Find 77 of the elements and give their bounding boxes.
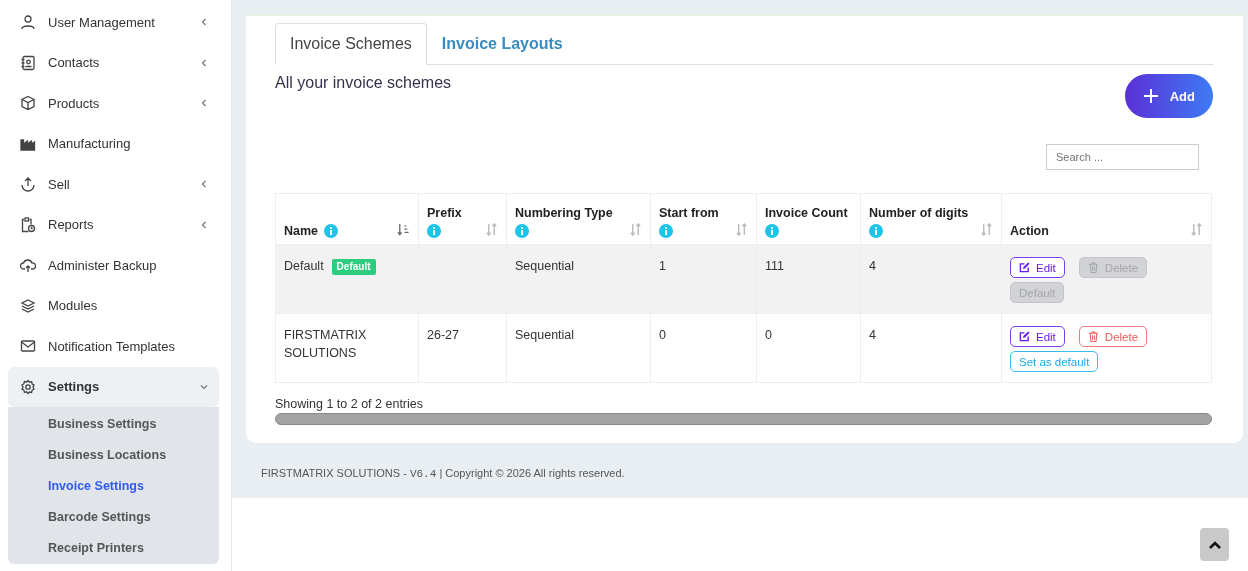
clipboard-icon	[20, 216, 36, 233]
column-header[interactable]: Invoice Count	[756, 193, 861, 245]
edit-button[interactable]: Edit	[1010, 326, 1065, 347]
submenu-item[interactable]: Barcode Settings	[48, 502, 219, 533]
sidebar-item[interactable]: Notification Templates	[8, 326, 219, 367]
sidebar-item[interactable]: User Management	[8, 2, 219, 43]
table-cell: 111	[765, 259, 784, 273]
sort-icon	[735, 223, 748, 236]
trash-icon	[1087, 331, 1099, 342]
table-cell: FIRSTMATRIX SOLUTIONS	[284, 328, 367, 360]
submenu-item[interactable]: Invoice Settings	[48, 471, 219, 502]
table-cell: 4	[869, 328, 876, 342]
sort-icon	[1190, 223, 1203, 236]
cloud-icon	[20, 257, 36, 274]
column-header[interactable]: Number of digits	[860, 193, 1002, 245]
chevron-left-icon	[199, 17, 209, 28]
chevron-left-icon	[199, 179, 209, 190]
column-header[interactable]: Start from	[650, 193, 757, 245]
add-button[interactable]: Add	[1124, 74, 1213, 118]
layers-icon	[20, 297, 36, 314]
submenu-item[interactable]: Business Settings	[48, 409, 219, 440]
table-cell: 0	[659, 328, 666, 342]
table-cell: Sequential	[515, 259, 575, 273]
submenu-item[interactable]: Receipt Printers	[48, 533, 219, 564]
chevron-left-icon	[199, 57, 209, 68]
box-icon	[20, 95, 36, 112]
sort-icon	[980, 223, 993, 236]
trash-icon	[1087, 262, 1099, 273]
caret-up-icon	[1207, 539, 1222, 550]
default-badge: Default	[331, 259, 376, 275]
table-cell: 1	[659, 259, 666, 273]
info-icon	[869, 224, 883, 238]
info-icon	[765, 224, 779, 238]
table-cell: Sequential	[515, 328, 575, 342]
table-cell: 0	[765, 328, 772, 342]
column-header[interactable]: Numbering Type	[506, 193, 651, 245]
sidebar-item[interactable]: Settings	[8, 366, 219, 407]
upload-icon	[20, 176, 36, 193]
edit-button[interactable]: Edit	[1010, 257, 1065, 278]
info-icon	[427, 224, 441, 238]
sidebar-item[interactable]: Sell	[8, 164, 219, 205]
submenu-item[interactable]: Business Locations	[48, 440, 219, 471]
sidebar-item[interactable]: Products	[8, 83, 219, 124]
edit-icon	[1019, 331, 1030, 342]
column-header[interactable]: Name	[275, 193, 419, 245]
section-heading: All your invoice schemes	[275, 74, 452, 92]
tab[interactable]: Invoice Layouts	[426, 23, 578, 65]
column-header[interactable]: Prefix	[418, 193, 507, 245]
sidebar-item[interactable]: Manufacturing	[8, 123, 219, 164]
chevron-left-icon	[199, 219, 209, 230]
user-icon	[20, 14, 36, 31]
column-header[interactable]: Action	[1001, 193, 1212, 245]
plus-icon	[1142, 88, 1159, 104]
entries-info: Showing 1 to 2 of 2 entries	[275, 397, 424, 411]
footer-text: FIRSTMATRIX SOLUTIONS - V6.4 | Copyright © 2026 All rights reserved.	[261, 467, 626, 480]
scroll-to-top-button[interactable]	[1200, 528, 1229, 561]
horizontal-scrollbar[interactable]	[275, 413, 1212, 425]
sidebar-item[interactable]: Reports	[8, 204, 219, 245]
info-icon	[659, 224, 673, 238]
chevron-left-icon	[199, 98, 209, 109]
tab[interactable]: Invoice Schemes	[275, 23, 427, 65]
sort-icon	[485, 223, 498, 236]
search-field[interactable]: Search ...	[1046, 144, 1199, 170]
sidebar-item[interactable]: Contacts	[8, 42, 219, 83]
info-icon	[324, 224, 339, 238]
sort-ascending-icon	[397, 223, 410, 236]
contacts-icon	[20, 54, 36, 71]
info-icon	[515, 224, 529, 238]
table-cell: 4	[869, 259, 876, 273]
table-cell: 26-27	[427, 328, 459, 342]
edit-icon	[1019, 262, 1030, 273]
sort-icon	[629, 223, 642, 236]
table-cell: Default	[284, 259, 324, 273]
mail-icon	[20, 338, 36, 355]
gear-icon	[20, 378, 36, 395]
sidebar-item[interactable]: Administer Backup	[8, 245, 219, 286]
sidebar-item[interactable]: Modules	[8, 285, 219, 326]
